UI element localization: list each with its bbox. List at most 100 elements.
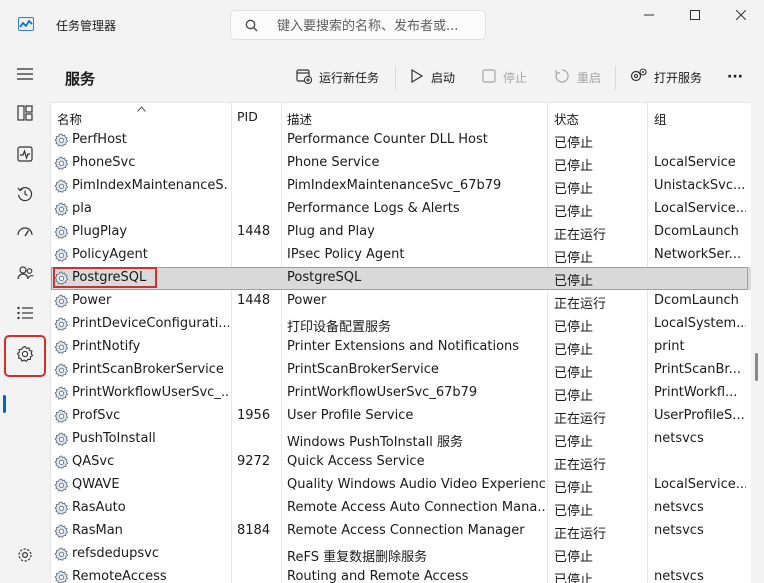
table-row[interactable]: PrintScanBrokerService PrintScanBrokerSer… bbox=[51, 359, 751, 382]
service-group: LocalService... bbox=[654, 201, 746, 216]
column-header-group[interactable]: 组 bbox=[654, 109, 667, 128]
hamburger-menu-icon bbox=[17, 68, 33, 84]
table-row[interactable]: PimIndexMaintenanceS... PimIndexMaintenan… bbox=[51, 175, 751, 198]
service-status: 正在运行 bbox=[554, 297, 607, 312]
table-row[interactable]: PushToInstall Windows PushToInstall 服务 已停止… bbox=[51, 428, 751, 451]
service-gear-icon bbox=[54, 409, 69, 424]
open-services-button[interactable]: 打开服务 bbox=[630, 64, 702, 90]
toolbar-divider bbox=[615, 66, 616, 90]
service-description: Routing and Remote Access bbox=[287, 569, 469, 583]
table-row[interactable]: RasAuto Remote Access Auto Connection Man… bbox=[51, 497, 751, 520]
table-row[interactable]: RasMan 8184 Remote Access Connection Manag… bbox=[51, 520, 751, 543]
column-header-description[interactable]: 描述 bbox=[287, 109, 312, 128]
restart-button[interactable]: 重启 bbox=[554, 64, 601, 90]
nav-services[interactable] bbox=[4, 335, 46, 377]
service-gear-icon bbox=[54, 570, 69, 583]
table-row[interactable]: Power 1448 Power 正在运行 DcomLaunch bbox=[51, 290, 751, 313]
table-row[interactable]: PlugPlay 1448 Plug and Play 正在运行 DcomLaunch bbox=[51, 221, 751, 244]
service-status: 已停止 bbox=[554, 320, 594, 335]
nav-details[interactable] bbox=[7, 298, 43, 332]
table-row[interactable]: RemoteAccess Routing and Remote Access 已停止… bbox=[51, 566, 751, 583]
start-button[interactable]: 启动 bbox=[410, 64, 455, 90]
table-row[interactable]: QWAVE Quality Windows Audio Video Experie… bbox=[51, 474, 751, 497]
service-description: Remote Access Auto Connection Mana... bbox=[287, 500, 545, 515]
service-pid: 9272 bbox=[237, 454, 271, 469]
minimize-button[interactable] bbox=[626, 0, 672, 32]
task-manager-icon bbox=[18, 17, 34, 31]
service-name: RemoteAccess bbox=[72, 569, 167, 583]
nav-settings[interactable] bbox=[7, 540, 43, 574]
run-new-task-label: 运行新任务 bbox=[319, 70, 380, 85]
table-row[interactable]: PrintNotify Printer Extensions and Notifi… bbox=[51, 336, 751, 359]
restart-label: 重启 bbox=[577, 70, 602, 85]
service-status: 已停止 bbox=[554, 573, 594, 583]
table-row[interactable]: PhoneSvc Phone Service 已停止 LocalService bbox=[51, 152, 751, 175]
stop-button[interactable]: 停止 bbox=[482, 64, 527, 90]
restart-icon bbox=[554, 68, 570, 87]
toolbar-divider bbox=[395, 66, 396, 90]
users-icon bbox=[16, 265, 34, 285]
service-description: Remote Access Connection Manager bbox=[287, 523, 525, 538]
column-header-name[interactable]: 名称 bbox=[57, 109, 82, 128]
service-status: 已停止 bbox=[554, 182, 594, 197]
stop-icon bbox=[482, 68, 496, 86]
table-row-selected[interactable]: PostgreSQL PostgreSQL 已停止 bbox=[51, 267, 751, 290]
app-history-icon bbox=[17, 186, 33, 206]
more-icon: ··· bbox=[727, 69, 743, 85]
nav-users[interactable] bbox=[7, 258, 43, 292]
service-description: Performance Counter DLL Host bbox=[287, 132, 488, 147]
service-status: 已停止 bbox=[554, 550, 594, 565]
table-row[interactable]: PolicyAgent IPsec Policy Agent 已停止 NetworkS… bbox=[51, 244, 751, 267]
more-options-button[interactable]: ··· bbox=[727, 64, 743, 90]
table-row[interactable]: PrintWorkflowUserSvc_... PrintWorkflowUse… bbox=[51, 382, 751, 405]
nav-startup-apps[interactable] bbox=[7, 218, 43, 252]
app-title: 任务管理器 bbox=[56, 19, 117, 33]
table-row[interactable]: PerfHost Performance Counter DLL Host 已停止 bbox=[51, 129, 751, 152]
settings-icon bbox=[17, 547, 33, 567]
scrollbar-thumb[interactable] bbox=[755, 353, 758, 381]
table-row[interactable]: QASvc 9272 Quick Access Service 正在运行 bbox=[51, 451, 751, 474]
table-row[interactable]: PrintDeviceConfigurati... 打印设备配置服务 已停止 Loca… bbox=[51, 313, 751, 336]
services-table: 名称 PID 描述 状态 组 PerfHost Performance Count… bbox=[50, 102, 751, 583]
open-services-label: 打开服务 bbox=[654, 70, 703, 85]
nav-menu-button[interactable] bbox=[7, 59, 43, 93]
table-row[interactable]: pla Performance Logs & Alerts 已停止 LocalServ… bbox=[51, 198, 751, 221]
play-icon bbox=[410, 68, 424, 86]
service-status: 已停止 bbox=[554, 481, 594, 496]
service-gear-icon bbox=[54, 478, 69, 493]
maximize-button[interactable] bbox=[672, 0, 718, 32]
column-header-pid[interactable]: PID bbox=[237, 109, 258, 124]
table-row[interactable]: ProfSvc 1956 User Profile Service 正在运行 UserP… bbox=[51, 405, 751, 428]
service-name: RasAuto bbox=[72, 500, 126, 515]
performance-icon bbox=[17, 146, 33, 166]
service-gear-icon bbox=[54, 363, 69, 378]
service-gear-icon bbox=[54, 294, 69, 309]
search-box[interactable] bbox=[230, 10, 486, 40]
search-input[interactable] bbox=[275, 16, 479, 36]
service-description: Plug and Play bbox=[287, 224, 375, 239]
vertical-scrollbar[interactable] bbox=[751, 102, 764, 582]
service-gear-icon bbox=[54, 133, 69, 148]
service-description: Performance Logs & Alerts bbox=[287, 201, 460, 216]
processes-icon bbox=[17, 105, 33, 125]
service-name: pla bbox=[72, 201, 92, 216]
nav-app-history[interactable] bbox=[7, 179, 43, 213]
run-new-task-button[interactable]: 运行新任务 bbox=[296, 64, 379, 90]
nav-processes[interactable] bbox=[7, 98, 43, 132]
service-gear-icon bbox=[54, 248, 69, 263]
service-name: refsdedupsvc bbox=[72, 546, 160, 561]
nav-performance[interactable] bbox=[7, 139, 43, 173]
table-header: 名称 PID 描述 状态 组 bbox=[51, 103, 751, 129]
service-name: RasMan bbox=[72, 523, 123, 538]
column-header-status[interactable]: 状态 bbox=[554, 109, 579, 128]
service-name: Power bbox=[72, 293, 112, 308]
service-status: 已停止 bbox=[554, 343, 594, 358]
table-row[interactable]: refsdedupsvc ReFS 重复数据删除服务 已停止 bbox=[51, 543, 751, 566]
service-gear-icon bbox=[54, 156, 69, 171]
service-pid: 1448 bbox=[237, 224, 271, 239]
service-name: QWAVE bbox=[72, 477, 120, 492]
page-title: 服务 bbox=[65, 70, 96, 88]
service-name: PerfHost bbox=[72, 132, 127, 147]
close-button[interactable] bbox=[718, 0, 764, 32]
service-group: DcomLaunch bbox=[654, 293, 739, 308]
